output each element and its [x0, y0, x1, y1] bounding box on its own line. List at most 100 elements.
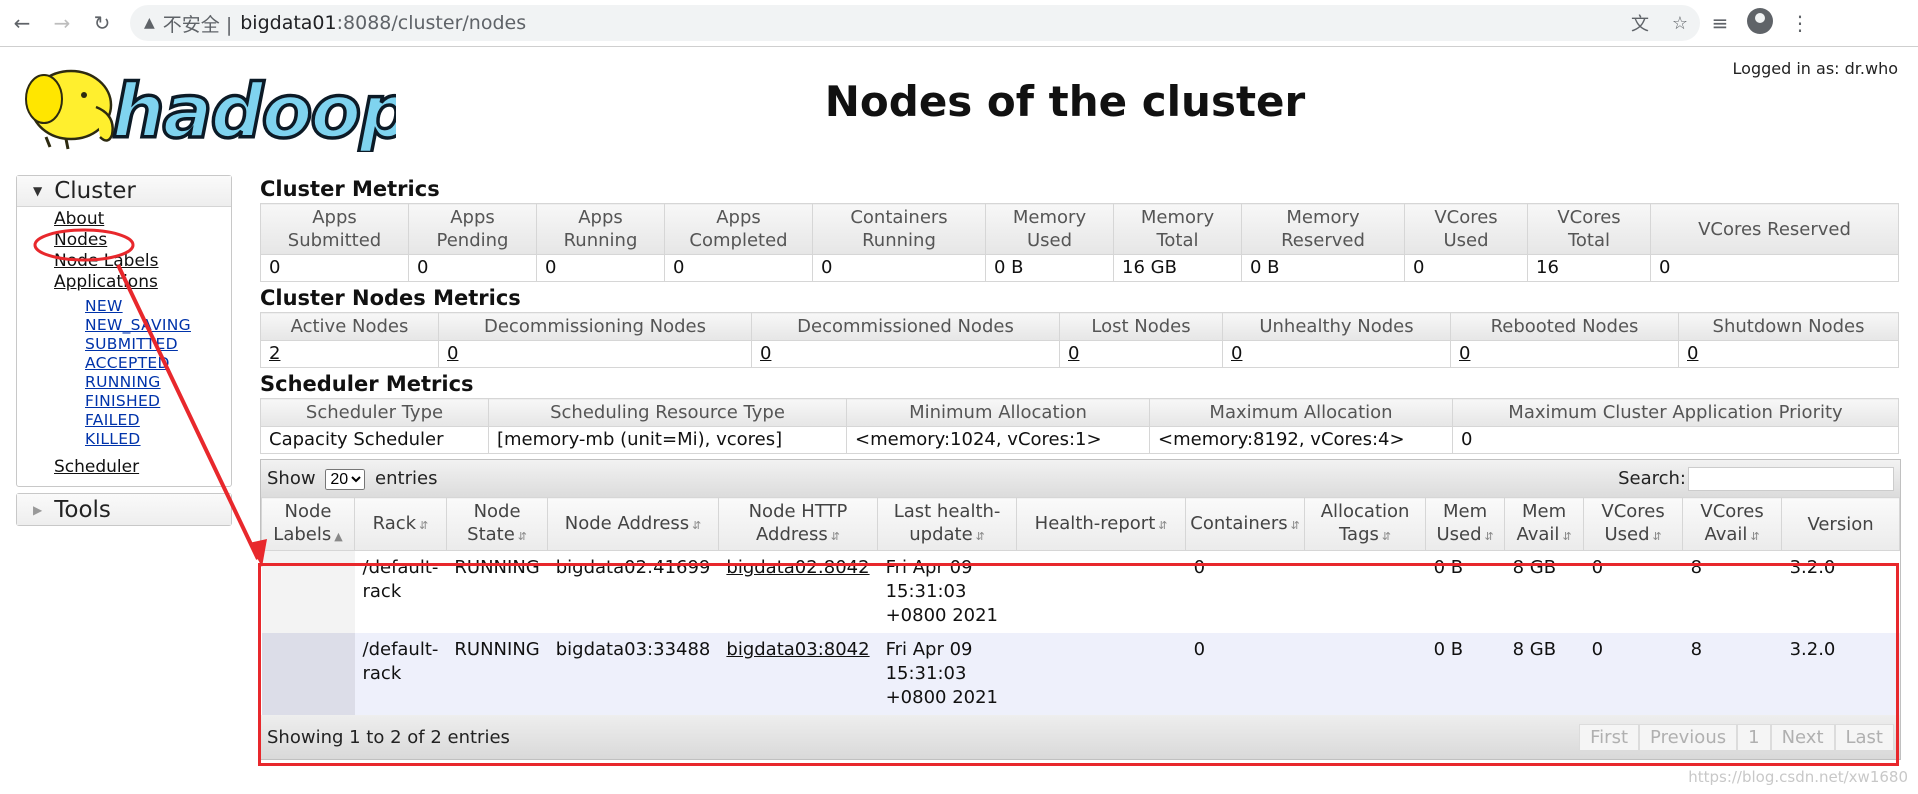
nav-app-finished[interactable]: FINISHED	[85, 392, 231, 411]
metric-value: 0	[812, 254, 986, 282]
avatar	[1747, 7, 1773, 34]
pager-next[interactable]: Next	[1770, 723, 1835, 751]
sidebar: ▼ Cluster About Nodes Node Labels Applic…	[16, 175, 232, 526]
search-input[interactable]	[1688, 466, 1894, 491]
nav-app-accepted[interactable]: ACCEPTED	[85, 354, 231, 373]
lost-nodes-link[interactable]: 0	[1068, 343, 1079, 364]
nav-app-running[interactable]: RUNNING	[85, 373, 231, 392]
metric-value: <memory:8192, vCores:4>	[1149, 426, 1453, 454]
metric-value: 0 B	[1241, 254, 1405, 282]
table-info: Showing 1 to 2 of 2 entries	[267, 726, 510, 748]
sort-icon: ⇵	[1652, 530, 1662, 543]
pager-previous[interactable]: Previous	[1639, 723, 1738, 751]
scheduler-metrics-table: Scheduler Type Scheduling Resource Type …	[260, 398, 1899, 454]
nav-nodes[interactable]: Nodes	[54, 230, 231, 251]
node-http-link[interactable]: bigdata03:8042	[726, 639, 869, 660]
col-last-health-update[interactable]: Last health-update ⇵	[877, 497, 1018, 551]
metric-header: Apps Completed	[664, 203, 813, 255]
unhealthy-nodes-link[interactable]: 0	[1231, 343, 1242, 364]
search-control: Search:	[1618, 466, 1894, 491]
cell-rack: /default-rack	[354, 633, 447, 715]
url-text[interactable]: bigdata01:8088/cluster/nodes	[240, 12, 526, 34]
address-bar[interactable]: ▲ 不安全 | bigdata01:8088/cluster/nodes 文 ☆	[130, 5, 1700, 41]
col-node-address[interactable]: Node Address ⇵	[547, 497, 719, 551]
col-node-http-address[interactable]: Node HTTP Address ⇵	[717, 497, 879, 551]
sort-icon: ⇵	[975, 530, 985, 543]
cluster-metrics-value-row: 0 0 0 0 0 0 B 16 GB 0 B 0 16 0	[260, 254, 1899, 282]
reading-list-icon[interactable]: ≡	[1700, 11, 1740, 35]
cluster-nodes-metrics-title: Cluster Nodes Metrics	[260, 286, 521, 310]
col-rack[interactable]: Rack ⇵	[354, 497, 447, 551]
metric-header: Memory Reserved	[1241, 203, 1405, 255]
nav-app-failed[interactable]: FAILED	[85, 411, 231, 430]
tools-header[interactable]: ▶ Tools	[17, 494, 231, 525]
cell-vcores-used: 0	[1583, 633, 1683, 715]
col-label: Version	[1807, 513, 1874, 535]
page-size-select[interactable]: 20	[325, 468, 366, 490]
node-http-link[interactable]: bigdata02:8042	[726, 557, 869, 578]
back-icon[interactable]: ←	[4, 5, 40, 41]
nav-app-killed[interactable]: KILLED	[85, 430, 231, 449]
col-vcores-used[interactable]: VCores Used ⇵	[1583, 497, 1684, 551]
warning-icon[interactable]: ▲	[144, 15, 155, 31]
metric-header: Apps Running	[536, 203, 665, 255]
decommissioned-nodes-link[interactable]: 0	[760, 343, 771, 364]
cell-mem-used: 0 B	[1425, 633, 1505, 715]
col-node-labels[interactable]: Node Labels ▲	[261, 497, 355, 551]
col-node-state[interactable]: Node State ⇵	[445, 497, 549, 551]
active-nodes-link[interactable]: 2	[269, 343, 280, 364]
nav-app-new[interactable]: NEW	[85, 297, 231, 316]
nav-applications[interactable]: Applications	[54, 272, 231, 293]
cluster-header[interactable]: ▼ Cluster	[17, 176, 231, 207]
url-path: :8088/cluster/nodes	[336, 12, 527, 34]
nav-scheduler[interactable]: Scheduler	[54, 457, 231, 478]
col-mem-avail[interactable]: Mem Avail ⇵	[1504, 497, 1585, 551]
reload-icon[interactable]: ↻	[84, 5, 120, 41]
col-mem-used[interactable]: Mem Used ⇵	[1425, 497, 1506, 551]
col-allocation-tags[interactable]: Allocation Tags ⇵	[1304, 497, 1427, 551]
cluster-metrics-title: Cluster Metrics	[260, 177, 440, 201]
cell-vcores-avail: 8	[1682, 633, 1782, 715]
col-health-report[interactable]: Health-report ⇵	[1016, 497, 1187, 551]
col-vcores-avail[interactable]: VCores Avail ⇵	[1682, 497, 1783, 551]
expanded-triangle-icon: ▼	[33, 184, 43, 198]
rebooted-nodes-link[interactable]: 0	[1459, 343, 1470, 364]
profile-icon[interactable]	[1740, 7, 1780, 39]
metric-value: 16 GB	[1113, 254, 1242, 282]
pager-page[interactable]: 1	[1737, 723, 1771, 751]
metric-value: 16	[1527, 254, 1651, 282]
browser-toolbar: ← → ↻ ▲ 不安全 | bigdata01:8088/cluster/nod…	[0, 0, 1918, 47]
sort-icon: ⇵	[692, 518, 702, 532]
translate-icon[interactable]: 文	[1620, 10, 1660, 36]
pager-first[interactable]: First	[1579, 723, 1640, 751]
nav-node-labels[interactable]: Node Labels	[54, 251, 231, 272]
metric-header: Maximum Cluster Application Priority	[1452, 398, 1899, 427]
decommissioning-nodes-link[interactable]: 0	[447, 343, 458, 364]
col-version[interactable]: Version	[1781, 497, 1900, 551]
star-icon[interactable]: ☆	[1660, 13, 1700, 34]
forward-icon[interactable]: →	[44, 5, 80, 41]
col-containers[interactable]: Containers ⇵	[1185, 497, 1306, 551]
metric-header: VCores Total	[1527, 203, 1651, 255]
nav-app-new-saving[interactable]: NEW_SAVING	[85, 316, 231, 335]
show-label: Show	[267, 467, 316, 489]
shutdown-nodes-link[interactable]: 0	[1687, 343, 1698, 364]
cell-node-address: bigdata02:41699	[547, 550, 719, 633]
metric-header: Decommissioned Nodes	[751, 312, 1060, 341]
metric-header: Unhealthy Nodes	[1222, 312, 1451, 341]
cell-node-http-address: bigdata03:8042	[718, 633, 878, 715]
sort-icon: ⇵	[1381, 530, 1392, 543]
nav-about[interactable]: About	[54, 209, 231, 230]
cell-version: 3.2.0	[1781, 633, 1900, 715]
nav-app-submitted[interactable]: SUBMITTED	[85, 335, 231, 354]
menu-icon[interactable]: ⋮	[1780, 11, 1820, 35]
col-label: Rack	[372, 512, 417, 534]
nodes-header-row: Node Labels ▲ Rack ⇵ Node State ⇵ Node Addr…	[261, 497, 1900, 551]
sort-icon: ⇵	[1750, 530, 1760, 543]
metric-value: 0	[1650, 254, 1899, 282]
pager-last[interactable]: Last	[1834, 723, 1894, 751]
cell-vcores-used: 0	[1583, 550, 1683, 633]
metric-value: [memory-mb (unit=Mi), vcores]	[488, 426, 847, 454]
metric-header: Memory Total	[1113, 203, 1242, 255]
